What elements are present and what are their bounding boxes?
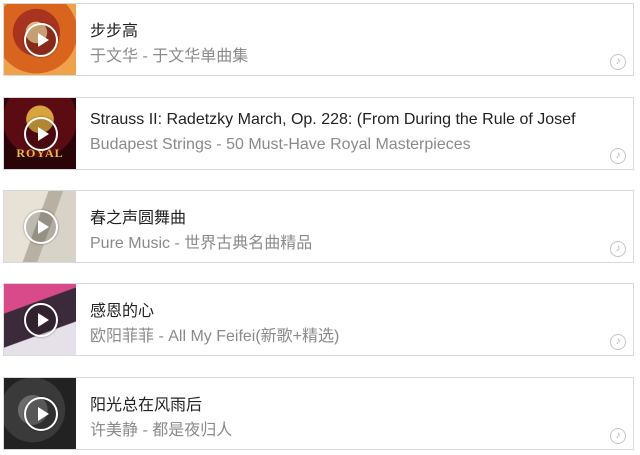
music-note-icon: ♪ bbox=[610, 54, 626, 70]
music-note-icon: ♪ bbox=[610, 241, 626, 257]
song-subtitle: Pure Music - 世界古典名曲精品 bbox=[90, 235, 313, 252]
song-item[interactable]: 步步高 于文华 - 于文华单曲集 ♪ bbox=[3, 3, 634, 76]
music-note-icon: ♪ bbox=[610, 334, 626, 350]
play-icon[interactable] bbox=[24, 303, 58, 337]
music-note-icon: ♪ bbox=[610, 428, 626, 444]
play-icon[interactable] bbox=[24, 117, 58, 151]
music-note-icon: ♪ bbox=[610, 148, 626, 164]
song-item[interactable]: 阳光总在风雨后 许美静 - 都是夜归人 ♪ bbox=[3, 377, 634, 450]
song-title: 阳光总在风雨后 bbox=[90, 397, 203, 414]
song-subtitle: 许美静 - 都是夜归人 bbox=[90, 422, 233, 439]
play-icon[interactable] bbox=[24, 210, 58, 244]
song-title: 春之声圆舞曲 bbox=[90, 210, 187, 227]
album-cover bbox=[4, 284, 76, 355]
album-cover bbox=[4, 4, 76, 75]
song-item[interactable]: ROYAL Strauss II: Radetzky March, Op. 22… bbox=[3, 97, 634, 170]
song-title: Strauss II: Radetzky March, Op. 228: (Fr… bbox=[90, 111, 576, 128]
song-list: 步步高 于文华 - 于文华单曲集 ♪ ROYAL Strauss II: Rad… bbox=[0, 0, 640, 455]
song-item[interactable]: 春之声圆舞曲 Pure Music - 世界古典名曲精品 ♪ bbox=[3, 190, 634, 263]
song-subtitle: Budapest Strings - 50 Must-Have Royal Ma… bbox=[90, 136, 471, 153]
song-subtitle: 于文华 - 于文华单曲集 bbox=[90, 48, 249, 65]
play-icon[interactable] bbox=[24, 23, 58, 57]
song-title: 感恩的心 bbox=[90, 303, 155, 320]
play-icon[interactable] bbox=[24, 397, 58, 431]
album-cover bbox=[4, 378, 76, 449]
album-cover bbox=[4, 191, 76, 262]
song-item[interactable]: 感恩的心 欧阳菲菲 - All My Feifei(新歌+精选) ♪ bbox=[3, 283, 634, 356]
song-subtitle: 欧阳菲菲 - All My Feifei(新歌+精选) bbox=[90, 328, 340, 345]
album-cover: ROYAL bbox=[4, 98, 76, 169]
song-title: 步步高 bbox=[90, 23, 139, 40]
